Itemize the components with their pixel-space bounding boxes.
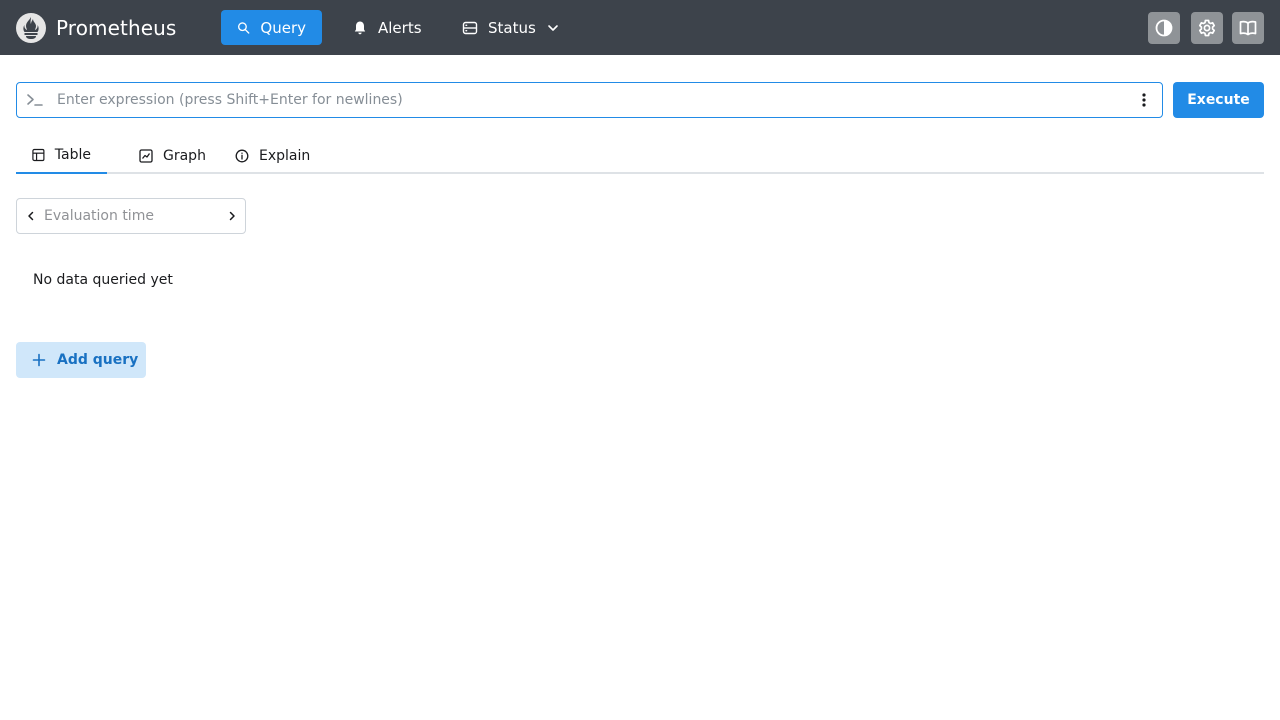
table-icon: [32, 148, 45, 161]
nav-query-label: Query: [260, 18, 306, 37]
add-query-button[interactable]: Add query: [16, 342, 146, 378]
nav-status-label: Status: [488, 18, 536, 37]
chevron-right-icon: [229, 211, 235, 221]
theme-toggle-button[interactable]: [1148, 12, 1180, 44]
tab-graph[interactable]: Graph: [123, 137, 222, 174]
empty-results-message: No data queried yet: [33, 272, 173, 288]
search-icon: [238, 21, 250, 34]
plus-icon: [32, 353, 46, 367]
tab-table[interactable]: Table: [16, 137, 107, 174]
info-icon: [235, 149, 249, 162]
evaluation-time-picker: [16, 198, 246, 234]
gear-icon: [1198, 19, 1216, 37]
chart-line-icon: [139, 148, 153, 163]
brand-link[interactable]: Prometheus: [16, 12, 176, 43]
terminal-prompt-icon: [27, 94, 43, 106]
tab-explain-label: Explain: [259, 147, 311, 164]
dots-vertical-icon: [1142, 93, 1146, 107]
results-tabs: Table Graph Explain: [16, 137, 1264, 174]
server-icon: [462, 21, 478, 34]
evaluation-time-next-button[interactable]: [218, 199, 245, 233]
app-title: Prometheus: [56, 15, 177, 40]
settings-button[interactable]: [1191, 12, 1223, 44]
nav-alerts-label: Alerts: [378, 18, 422, 37]
tab-table-label: Table: [54, 146, 91, 163]
evaluation-time-input[interactable]: [44, 199, 218, 233]
execute-button[interactable]: Execute: [1173, 82, 1264, 118]
expression-input[interactable]: [57, 83, 1127, 117]
tab-graph-label: Graph: [163, 147, 206, 164]
nav-alerts-button[interactable]: Alerts: [336, 10, 438, 45]
evaluation-time-prev-button[interactable]: [17, 199, 44, 233]
chevron-down-icon: [548, 24, 558, 31]
nav-status-dropdown[interactable]: Status: [446, 10, 576, 45]
documentation-button[interactable]: [1232, 12, 1264, 44]
contrast-icon: [1155, 19, 1173, 37]
expression-menu-button[interactable]: [1136, 92, 1152, 108]
bell-icon: [354, 21, 366, 34]
book-icon: [1239, 20, 1257, 36]
expression-input-container: [16, 82, 1163, 118]
tab-explain[interactable]: Explain: [219, 137, 326, 174]
nav-query-button[interactable]: Query: [221, 10, 322, 45]
prometheus-logo-icon: [16, 12, 46, 43]
app-header: Prometheus Query Alerts Status: [0, 0, 1280, 55]
add-query-label: Add query: [57, 352, 139, 368]
chevron-left-icon: [27, 211, 33, 221]
